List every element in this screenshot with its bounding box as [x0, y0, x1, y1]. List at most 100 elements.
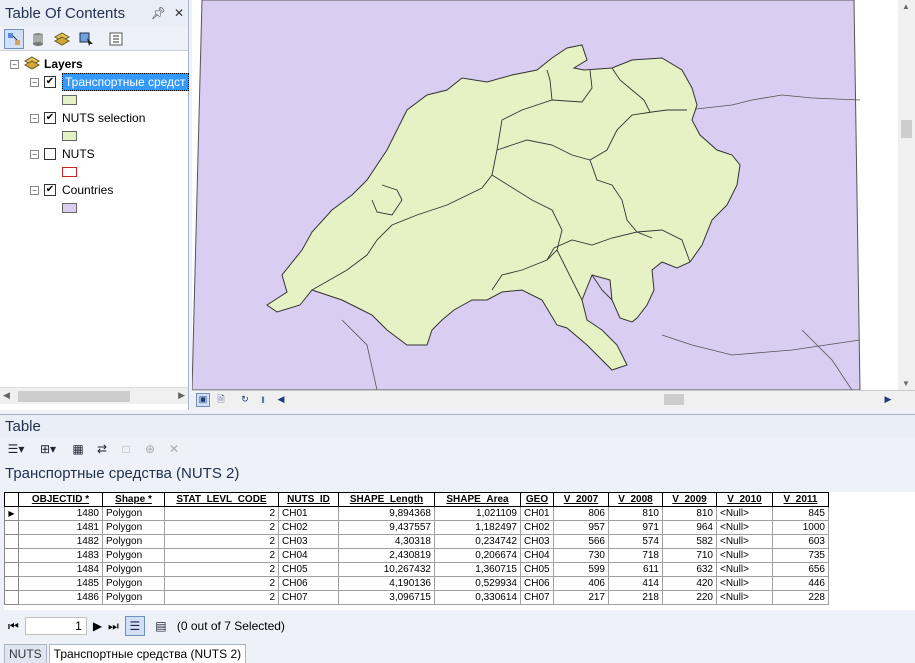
- table-cell[interactable]: 0,529934: [434, 576, 521, 591]
- table-cell[interactable]: 420: [662, 576, 717, 591]
- table-cell[interactable]: 603: [772, 534, 829, 549]
- layer-label[interactable]: Countries: [62, 183, 113, 197]
- column-header[interactable]: Shape *: [102, 492, 165, 507]
- table-cell[interactable]: CH01: [278, 506, 339, 521]
- table-cell[interactable]: CH04: [278, 548, 339, 563]
- table-cell[interactable]: 1486: [18, 590, 103, 605]
- clear-selection-icon[interactable]: □: [116, 439, 136, 459]
- scroll-thumb[interactable]: [18, 391, 130, 402]
- table-cell[interactable]: Polygon: [102, 534, 165, 549]
- table-cell[interactable]: CH02: [520, 520, 554, 535]
- table-cell[interactable]: 1,021109: [434, 506, 521, 521]
- collapse-icon[interactable]: −: [10, 59, 19, 69]
- column-header[interactable]: V_2007: [553, 492, 609, 507]
- zoom-to-selected-icon[interactable]: ⊕: [140, 439, 160, 459]
- attribute-grid[interactable]: OBJECTID * Shape * STAT_LEVL_CODE NUTS_I…: [4, 492, 915, 610]
- options-icon[interactable]: [106, 29, 126, 49]
- column-header[interactable]: OBJECTID *: [18, 492, 103, 507]
- map-canvas[interactable]: [192, 0, 915, 390]
- last-record-icon[interactable]: ⏭︎: [108, 619, 119, 634]
- collapse-icon[interactable]: −: [30, 185, 39, 195]
- table-row[interactable]: 1483 Polygon 2 CH04 2,430819 0,206674 CH04 730 7…: [4, 548, 829, 563]
- collapse-icon[interactable]: −: [30, 113, 39, 123]
- table-cell[interactable]: CH01: [520, 506, 554, 521]
- table-cell[interactable]: 2: [164, 520, 279, 535]
- table-cell[interactable]: 718: [608, 548, 663, 563]
- column-header[interactable]: NUTS_ID: [278, 492, 339, 507]
- layers-root[interactable]: − Layers: [10, 55, 83, 72]
- column-header[interactable]: STAT_LEVL_CODE: [164, 492, 279, 507]
- show-all-records-icon[interactable]: ☰: [124, 616, 145, 636]
- table-row[interactable]: 1486 Polygon 2 CH07 3,096715 0,330614 CH07 217 2…: [4, 590, 829, 605]
- table-cell[interactable]: 2: [164, 590, 279, 605]
- row-selector[interactable]: [4, 576, 19, 591]
- table-cell[interactable]: CH07: [520, 590, 554, 605]
- table-cell[interactable]: 1481: [18, 520, 103, 535]
- table-cell[interactable]: 735: [772, 548, 829, 563]
- layer-symbol-swatch[interactable]: [62, 167, 77, 177]
- table-row[interactable]: ▶ 1480 Polygon 2 CH01 9,894368 1,021109 CH01 806…: [4, 506, 829, 521]
- toc-horizontal-scrollbar[interactable]: ◀ ▶: [0, 387, 188, 404]
- scroll-thumb[interactable]: [901, 120, 912, 138]
- row-selector[interactable]: [4, 520, 19, 535]
- record-number-field[interactable]: 1: [24, 617, 87, 635]
- scroll-right-icon[interactable]: ▶: [881, 393, 895, 407]
- table-cell[interactable]: 406: [553, 576, 609, 591]
- table-cell[interactable]: 446: [772, 576, 829, 591]
- collapse-icon[interactable]: −: [30, 77, 39, 87]
- table-row[interactable]: 1482 Polygon 2 CH03 4,30318 0,234742 CH03 566 57…: [4, 534, 829, 549]
- table-cell[interactable]: Polygon: [102, 506, 165, 521]
- list-by-visibility-icon[interactable]: [52, 29, 72, 49]
- table-cell[interactable]: 1483: [18, 548, 103, 563]
- table-cell[interactable]: 810: [608, 506, 663, 521]
- list-by-source-icon[interactable]: [28, 29, 48, 49]
- table-cell[interactable]: 218: [608, 590, 663, 605]
- table-cell[interactable]: 957: [553, 520, 609, 535]
- table-cell[interactable]: 2: [164, 576, 279, 591]
- layer-symbol-swatch[interactable]: [62, 203, 77, 213]
- layer-item-transport[interactable]: − ✔ Транспортные средст: [30, 73, 189, 91]
- scroll-thumb[interactable]: [664, 394, 684, 405]
- table-cell[interactable]: <Null>: [716, 534, 773, 549]
- layer-item-nuts-selection[interactable]: − ✔ NUTS selection: [30, 110, 145, 126]
- table-cell[interactable]: 1000: [772, 520, 829, 535]
- table-row[interactable]: 1481 Polygon 2 CH02 9,437557 1,182497 CH02 957 9…: [4, 520, 829, 535]
- pause-drawing-icon[interactable]: ‖: [256, 393, 270, 407]
- layer-label[interactable]: NUTS selection: [62, 111, 145, 125]
- table-cell[interactable]: 228: [772, 590, 829, 605]
- table-cell[interactable]: <Null>: [716, 506, 773, 521]
- scroll-right-icon[interactable]: ▶: [178, 390, 185, 401]
- layer-item-countries[interactable]: − ✔ Countries: [30, 182, 113, 198]
- table-cell[interactable]: 582: [662, 534, 717, 549]
- table-cell[interactable]: Polygon: [102, 590, 165, 605]
- table-cell[interactable]: 971: [608, 520, 663, 535]
- table-cell[interactable]: 806: [553, 506, 609, 521]
- table-cell[interactable]: 10,267432: [338, 562, 435, 577]
- column-header[interactable]: GEO: [520, 492, 554, 507]
- table-cell[interactable]: 632: [662, 562, 717, 577]
- table-cell[interactable]: CH04: [520, 548, 554, 563]
- table-cell[interactable]: 566: [553, 534, 609, 549]
- table-cell[interactable]: Polygon: [102, 520, 165, 535]
- refresh-icon[interactable]: ↻: [238, 393, 252, 407]
- table-cell[interactable]: CH02: [278, 520, 339, 535]
- row-selector[interactable]: [4, 534, 19, 549]
- column-header[interactable]: V_2011: [772, 492, 829, 507]
- close-icon[interactable]: ✕: [174, 6, 184, 20]
- table-cell[interactable]: CH05: [278, 562, 339, 577]
- table-cell[interactable]: Polygon: [102, 576, 165, 591]
- table-cell[interactable]: 1,182497: [434, 520, 521, 535]
- table-row[interactable]: 1485 Polygon 2 CH06 4,190136 0,529934 CH06 406 4…: [4, 576, 829, 591]
- column-header[interactable]: V_2010: [716, 492, 773, 507]
- layer-symbol-swatch[interactable]: [62, 131, 77, 141]
- scroll-left-icon[interactable]: ◀: [3, 390, 10, 401]
- data-view-icon[interactable]: ▣: [196, 392, 210, 407]
- layout-view-icon[interactable]: 🗎︎: [214, 393, 228, 407]
- table-cell[interactable]: 730: [553, 548, 609, 563]
- table-cell[interactable]: 4,190136: [338, 576, 435, 591]
- table-cell[interactable]: 810: [662, 506, 717, 521]
- table-cell[interactable]: 2: [164, 534, 279, 549]
- table-cell[interactable]: CH03: [278, 534, 339, 549]
- layer-visibility-checkbox[interactable]: ✔: [44, 112, 56, 124]
- table-cell[interactable]: <Null>: [716, 548, 773, 563]
